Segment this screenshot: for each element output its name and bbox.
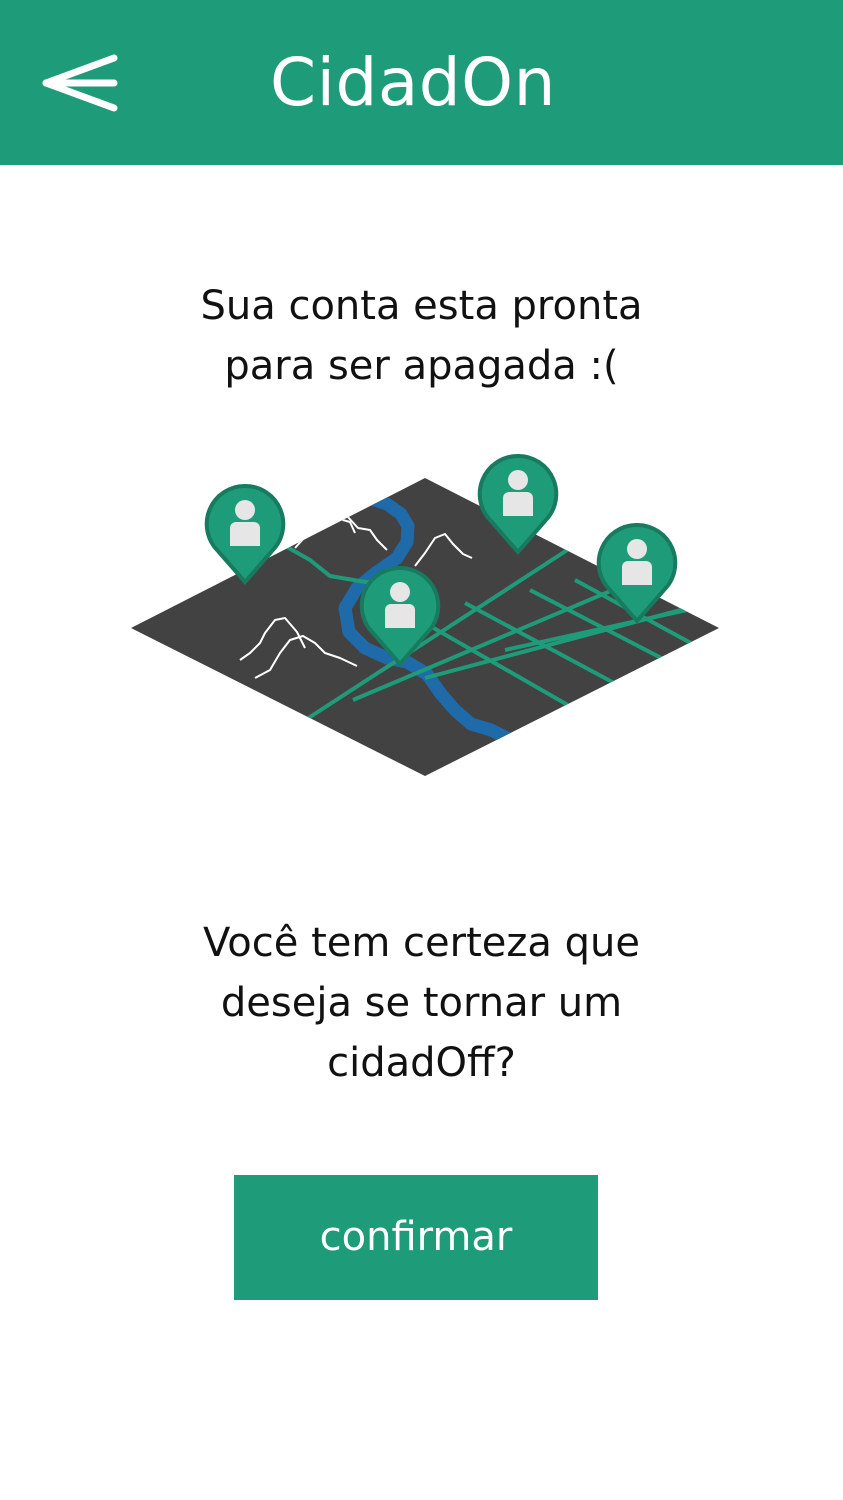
account-ready-line-2: para ser apagada :( <box>224 343 619 389</box>
confirmation-question-line-2: deseja se tornar um <box>220 980 623 1026</box>
confirmation-question-line-3: cidadOff? <box>327 1040 516 1086</box>
confirmation-question: Você tem certeza que deseja se tornar um… <box>0 913 843 1093</box>
app-header: CidadOn <box>0 0 843 165</box>
account-ready-line-1: Sua conta esta pronta <box>200 283 643 329</box>
account-ready-message: Sua conta esta pronta para ser apagada :… <box>0 276 843 396</box>
confirm-button[interactable]: confirmar <box>234 1175 598 1300</box>
confirmation-question-line-1: Você tem certeza que <box>203 920 640 966</box>
delete-account-screen: CidadOn Sua conta esta pronta para ser a… <box>0 0 843 1500</box>
app-title: CidadOn <box>270 44 556 121</box>
city-map-pins-icon <box>125 448 725 788</box>
